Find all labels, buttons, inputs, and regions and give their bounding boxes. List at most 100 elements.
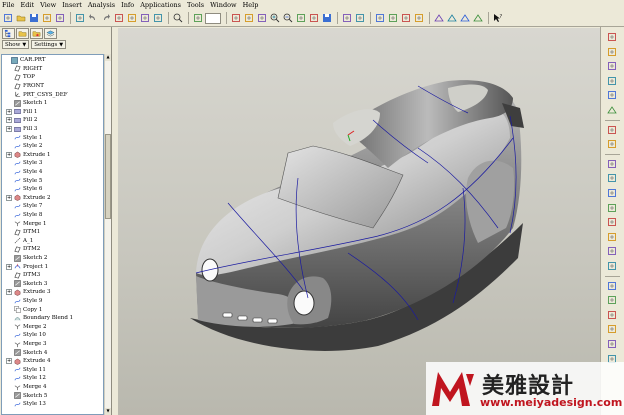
tree-item[interactable]: Style 7 [2,202,103,211]
tree-item[interactable]: Sketch 5 [2,391,103,400]
tree-item[interactable]: Style 3 [2,159,103,168]
wireframe-icon[interactable] [374,13,385,24]
menu-insert[interactable]: Insert [62,1,82,9]
search-icon[interactable] [172,13,183,24]
tree-item[interactable]: Merge 2 [2,323,103,332]
tree-item[interactable]: + Extrude 1 [2,151,103,160]
csys-tool-icon[interactable] [606,104,618,116]
tree-item[interactable]: Boundary Blend 1 [2,314,103,323]
tree-item[interactable]: DTM2 [2,245,103,254]
menu-help[interactable]: Help [243,1,259,9]
sketch-tool-icon[interactable] [606,31,618,43]
expand-icon[interactable]: + [6,289,12,296]
shell-tool-icon[interactable] [606,172,618,184]
select-box-icon[interactable] [192,13,203,24]
tree-item[interactable]: + Project 1 [2,262,103,271]
cut-icon[interactable] [74,13,85,24]
tree-item[interactable]: CAR.PRT [2,56,103,65]
selection-filter-dropdown[interactable] [205,12,221,24]
expand-icon[interactable]: + [6,117,12,124]
undo-icon[interactable] [87,13,98,24]
layers-tab[interactable] [44,28,57,39]
tree-item[interactable]: Style 1 [2,133,103,142]
tree-item[interactable]: DTM1 [2,228,103,237]
regenerate-icon[interactable] [152,13,163,24]
shading-icon[interactable] [413,13,424,24]
zoom-out-icon[interactable] [282,13,293,24]
tree-item[interactable]: + Extrude 2 [2,194,103,203]
merge-tool-icon[interactable] [606,280,618,292]
layers-icon[interactable] [341,13,352,24]
email-icon[interactable] [54,13,65,24]
tree-item[interactable]: PRT_CSYS_DEF [2,90,103,99]
trim-tool-icon[interactable] [606,294,618,306]
zoom-in-icon[interactable] [269,13,280,24]
tree-item[interactable]: Style 5 [2,176,103,185]
hidden-line-icon[interactable] [387,13,398,24]
datum-planes-icon[interactable] [433,13,444,24]
axis-tool-icon[interactable] [606,60,618,72]
expand-icon[interactable]: + [6,194,12,201]
thicken-tool-icon[interactable] [606,338,618,350]
curve-tool-icon[interactable] [606,75,618,87]
expand-icon[interactable]: + [6,108,12,115]
tree-item[interactable]: Style 2 [2,142,103,151]
menu-info[interactable]: Info [121,1,134,9]
tree-item[interactable]: Sketch 3 [2,280,103,289]
show-dropdown[interactable]: Show ▼ [2,40,30,49]
tree-item[interactable]: Style 13 [2,400,103,409]
expand-icon[interactable]: + [6,126,12,133]
tree-item[interactable]: + Fill 3 [2,125,103,134]
view-manager-icon[interactable] [354,13,365,24]
saved-views-icon[interactable] [321,13,332,24]
tree-item[interactable]: Style 10 [2,331,103,340]
graphics-viewport[interactable] [118,28,600,415]
menu-applications[interactable]: Applications [140,1,181,9]
scroll-thumb[interactable] [105,134,111,219]
no-hidden-icon[interactable] [400,13,411,24]
round-tool-icon[interactable] [606,216,618,228]
menu-analysis[interactable]: Analysis [88,1,115,9]
menu-file[interactable]: File [2,1,15,9]
annotation-tool-icon[interactable] [606,138,618,150]
orient-icon[interactable] [256,13,267,24]
favorites-tab[interactable] [30,28,43,39]
analysis-tool-icon[interactable] [606,124,618,136]
tree-item[interactable]: Merge 3 [2,340,103,349]
new-icon[interactable] [2,13,13,24]
scroll-down-icon[interactable]: ▼ [105,408,111,415]
print-icon[interactable] [41,13,52,24]
expand-icon[interactable]: + [6,151,12,158]
open-icon[interactable] [15,13,26,24]
model-tree[interactable]: CAR.PRT RIGHT TOP FRONT PRT_CSYS_DEF Sketch 1… [1,54,104,415]
tree-item[interactable]: Style 6 [2,185,103,194]
paste-icon[interactable] [126,13,137,24]
settings-dropdown[interactable]: Settings ▼ [31,40,67,49]
tree-item[interactable]: Style 12 [2,374,103,383]
tree-item[interactable]: + Extrude 3 [2,288,103,297]
tree-item[interactable]: TOP [2,73,103,82]
scroll-up-icon[interactable]: ▲ [105,54,111,61]
menu-view[interactable]: View [40,1,56,9]
reorient-icon[interactable] [308,13,319,24]
tree-item[interactable]: Sketch 1 [2,99,103,108]
folder-tab[interactable] [16,28,29,39]
tree-item[interactable]: Merge 1 [2,219,103,228]
tree-item[interactable]: + Fill 1 [2,108,103,117]
tree-item[interactable]: Sketch 4 [2,348,103,357]
point-tool-icon[interactable] [606,89,618,101]
tree-item[interactable]: + Fill 2 [2,116,103,125]
tree-item[interactable]: Style 11 [2,366,103,375]
chamfer-tool-icon[interactable] [606,231,618,243]
paste-special-icon[interactable] [139,13,150,24]
hole-tool-icon[interactable] [606,158,618,170]
plane-tool-icon[interactable] [606,46,618,58]
copy-icon[interactable] [113,13,124,24]
offset-tool-icon[interactable] [606,323,618,335]
draft-tool-icon[interactable] [606,202,618,214]
pattern-tool-icon[interactable] [606,245,618,257]
tree-item[interactable]: Style 9 [2,297,103,306]
model-tree-tab[interactable] [2,28,15,39]
menu-edit[interactable]: Edit [21,1,35,9]
tree-item[interactable]: + Extrude 4 [2,357,103,366]
